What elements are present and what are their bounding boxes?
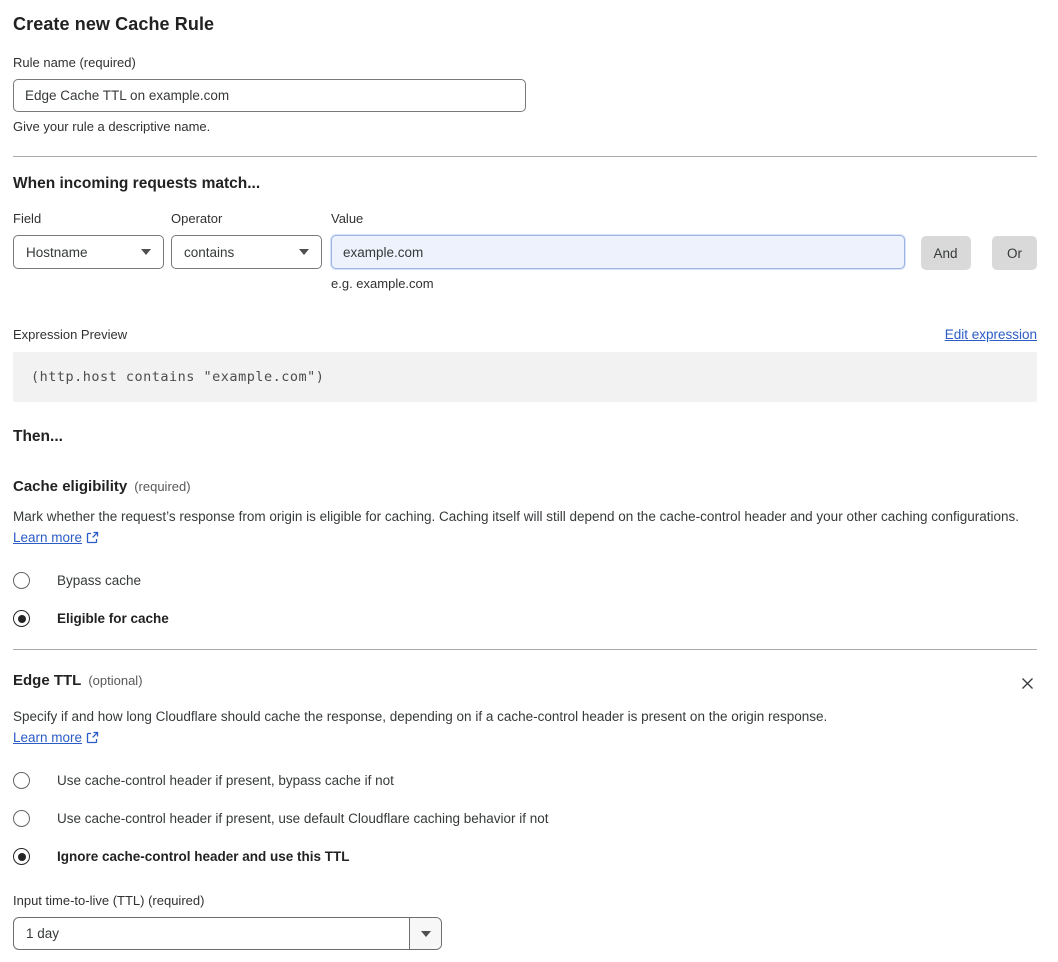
field-column: Field Hostname — [13, 211, 164, 269]
field-select[interactable]: Hostname — [13, 235, 164, 269]
cache-eligibility-learn-more-link[interactable]: Learn more — [13, 530, 82, 545]
ttl-select[interactable]: 1 day — [13, 917, 442, 950]
value-label: Value — [331, 211, 364, 226]
radio-icon — [13, 572, 30, 589]
match-section-heading: When incoming requests match... — [13, 175, 261, 192]
radio-option-label: Ignore cache-control header and use this… — [57, 849, 350, 864]
edge-ttl-title: Edge TTL — [13, 672, 82, 689]
edit-expression-link[interactable]: Edit expression — [945, 327, 1037, 342]
operator-select[interactable]: contains — [171, 235, 322, 269]
rule-name-help: Give your rule a descriptive name. — [13, 119, 211, 134]
field-label: Field — [13, 211, 42, 226]
external-link-icon — [86, 729, 99, 750]
ttl-select-value: 1 day — [26, 926, 60, 941]
cache-eligibility-header: Cache eligibility (required) — [13, 478, 1037, 495]
cache-eligibility-description: Mark whether the request’s response from… — [13, 506, 1037, 550]
value-input[interactable] — [331, 235, 905, 269]
value-help: e.g. example.com — [331, 276, 434, 291]
radio-option-use-header-default[interactable]: Use cache-control header if present, use… — [13, 810, 1037, 827]
expression-builder-row: Field Hostname Operator contains Value e… — [13, 211, 1037, 291]
external-link-icon — [86, 529, 99, 550]
radio-option-eligible-for-cache[interactable]: Eligible for cache — [13, 610, 1037, 627]
or-button[interactable]: Or — [992, 236, 1037, 270]
edge-ttl-description-text: Specify if and how long Cloudflare shoul… — [13, 709, 828, 724]
chevron-down-icon — [409, 918, 441, 949]
rule-name-group: Rule name (required) Give your rule a de… — [13, 55, 1037, 134]
page-title: Create new Cache Rule — [13, 14, 215, 34]
create-cache-rule-form: Create new Cache Rule Rule name (require… — [0, 0, 1058, 962]
and-or-buttons: And Or — [920, 236, 1037, 270]
cache-eligibility-description-text: Mark whether the request’s response from… — [13, 509, 1020, 524]
value-column: Value e.g. example.com — [331, 211, 905, 291]
close-icon[interactable] — [1018, 674, 1037, 696]
cache-eligibility-title: Cache eligibility — [13, 478, 128, 495]
radio-icon — [13, 810, 30, 827]
operator-select-value: contains — [184, 244, 235, 260]
edge-ttl-qualifier: (optional) — [88, 673, 143, 688]
radio-option-ignore-header-ttl[interactable]: Ignore cache-control header and use this… — [13, 848, 1037, 865]
then-heading: Then... — [13, 428, 63, 445]
rule-name-label: Rule name (required) — [13, 55, 136, 70]
radio-icon — [13, 772, 30, 789]
chevron-down-icon — [141, 249, 151, 255]
expression-preview-header: Expression Preview Edit expression — [13, 327, 1037, 342]
radio-option-label: Eligible for cache — [57, 611, 169, 626]
operator-column: Operator contains — [171, 211, 322, 269]
chevron-down-icon — [299, 249, 309, 255]
and-button[interactable]: And — [920, 236, 971, 270]
edge-ttl-learn-more-link[interactable]: Learn more — [13, 730, 82, 745]
radio-option-bypass-cache[interactable]: Bypass cache — [13, 572, 1037, 589]
cache-eligibility-qualifier: (required) — [134, 479, 191, 494]
field-select-value: Hostname — [26, 244, 88, 260]
radio-icon-checked — [13, 848, 30, 865]
rule-name-input[interactable] — [13, 79, 526, 112]
edge-ttl-header: Edge TTL (optional) — [13, 672, 1037, 696]
expression-preview-label: Expression Preview — [13, 327, 128, 342]
radio-option-label: Use cache-control header if present, use… — [57, 811, 549, 826]
operator-label: Operator — [171, 211, 223, 226]
edge-ttl-description: Specify if and how long Cloudflare shoul… — [13, 706, 851, 750]
edge-ttl-title-row: Edge TTL (optional) — [13, 672, 143, 689]
radio-icon-checked — [13, 610, 30, 627]
section-divider — [13, 649, 1037, 650]
radio-option-label: Bypass cache — [57, 573, 142, 588]
expression-preview-code: (http.host contains "example.com") — [13, 352, 1037, 402]
section-divider — [13, 156, 1037, 157]
radio-option-use-header-bypass[interactable]: Use cache-control header if present, byp… — [13, 772, 1037, 789]
radio-option-label: Use cache-control header if present, byp… — [57, 773, 394, 788]
